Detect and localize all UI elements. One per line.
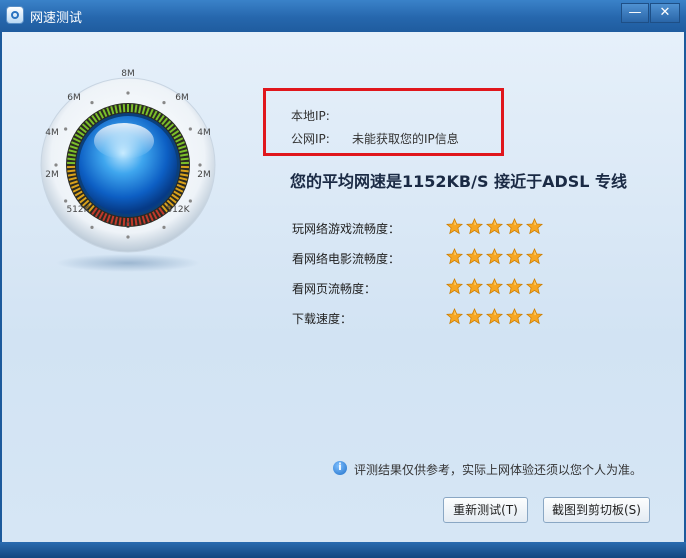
gauge-dot	[162, 225, 166, 229]
public-ip-value: 未能获取您的IP信息	[352, 132, 459, 146]
star-icon	[525, 277, 544, 295]
gauge-dot	[90, 101, 94, 105]
gauge-tick	[67, 153, 76, 157]
copy-screenshot-button[interactable]: 截图到剪切板(S)	[543, 497, 650, 523]
star-icon	[505, 277, 524, 295]
gauge-label-4m-left: 4M	[45, 128, 59, 138]
gauge-label-4m-right: 4M	[197, 128, 211, 138]
gauge-dot	[198, 163, 202, 167]
gauge-dot	[64, 127, 68, 131]
window-title: 网速测试	[30, 11, 83, 26]
close-button[interactable]: ✕	[650, 3, 680, 23]
gauge-orb-shine	[94, 123, 154, 159]
gauge-label-2m-left: 2M	[45, 170, 59, 180]
star-icon	[445, 307, 464, 325]
disclaimer-note: 评测结果仅供参考，实际上网体验还须以您个人为准。	[354, 463, 643, 477]
gauge-tick	[130, 104, 134, 113]
gauge-label-8m: 8M	[121, 69, 135, 79]
gauge-dot	[54, 163, 58, 167]
star-icon	[445, 247, 464, 265]
star-icon	[525, 217, 544, 235]
info-icon: i	[333, 461, 347, 475]
rating-label-download: 下载速度：	[292, 312, 353, 326]
rating-label-web: 看网页流畅度：	[292, 282, 377, 296]
star-icon	[485, 307, 504, 325]
gauge-tick	[67, 169, 76, 173]
gauge-tick	[134, 217, 138, 226]
star-icon	[505, 307, 524, 325]
gauge-tick	[180, 153, 189, 157]
gauge-dot	[90, 225, 94, 229]
minimize-button[interactable]: —	[621, 3, 649, 23]
gauge-tick	[118, 217, 122, 226]
star-icon	[505, 217, 524, 235]
gauge-tick	[134, 104, 138, 113]
star-icon	[465, 247, 484, 265]
gauge-dot	[64, 199, 68, 203]
gauge-tick	[180, 157, 189, 161]
app-icon	[6, 6, 24, 24]
gauge-label-512k-right: 512K	[166, 205, 190, 215]
star-icon	[485, 247, 504, 265]
rating-stars-video	[445, 247, 546, 266]
rating-stars-download	[445, 307, 546, 326]
star-icon	[445, 217, 464, 235]
title-bar[interactable]: 网速测试 — ✕	[0, 0, 686, 32]
rating-stars-gaming	[445, 217, 546, 236]
star-icon	[465, 307, 484, 325]
gauge-label-6m-left: 6M	[67, 93, 81, 103]
gauge-tick	[180, 169, 189, 173]
gauge-label-0: 0	[125, 221, 131, 231]
gauge-label-2m-right: 2M	[197, 170, 211, 180]
gauge-dot	[162, 101, 166, 105]
gauge-label-512k-left: 512K	[66, 205, 90, 215]
gauge-tick	[67, 173, 76, 177]
star-icon	[445, 277, 464, 295]
gauge-tick	[130, 217, 134, 226]
gauge-tick	[118, 104, 122, 113]
gauge-shadow	[56, 254, 200, 272]
rating-stars-web	[445, 277, 546, 296]
gauge-dot	[188, 127, 192, 131]
gauge-tick	[67, 157, 76, 161]
public-ip-label: 公网IP:	[291, 132, 330, 146]
rating-label-video: 看网络电影流畅度：	[292, 252, 401, 266]
star-icon	[505, 247, 524, 265]
gauge-label-6m-right: 6M	[175, 93, 189, 103]
star-icon	[485, 277, 504, 295]
retest-button[interactable]: 重新测试(T)	[443, 497, 528, 523]
star-icon	[485, 217, 504, 235]
star-icon	[525, 307, 544, 325]
speed-summary: 您的平均网速是1152KB/S 接近于ADSL 专线	[290, 172, 628, 191]
star-icon	[465, 277, 484, 295]
gauge-tick	[180, 173, 189, 177]
gauge-dot	[126, 91, 130, 95]
local-ip-label: 本地IP:	[291, 109, 330, 123]
gauge-dot	[188, 199, 192, 203]
star-icon	[525, 247, 544, 265]
speed-gauge: 8M 6M 6M 4M 4M 2M 2M 512K 512K 0	[40, 69, 216, 272]
bottom-bar	[0, 542, 686, 558]
speed-test-window: 网速测试 — ✕ 8M 6M 6M 4M 4M 2M 2M 512K 512K …	[0, 0, 686, 558]
gauge-tick	[122, 104, 126, 113]
rating-label-gaming: 玩网络游戏流畅度：	[292, 222, 401, 236]
star-icon	[465, 217, 484, 235]
gauge-dot	[126, 235, 130, 239]
